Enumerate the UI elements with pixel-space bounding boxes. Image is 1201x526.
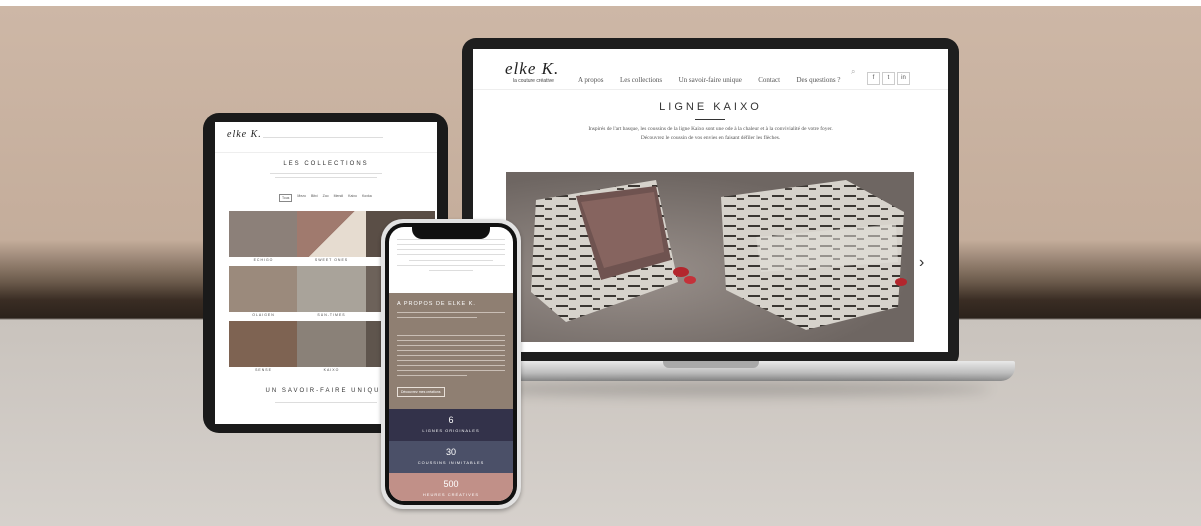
site-logo-tagline: la couture créative [513,78,554,84]
phone-text-line [409,260,493,261]
collection-thumb-4[interactable] [229,266,298,312]
collection-label-2: SWEET ONES [314,258,349,262]
about-text-line [397,365,505,366]
phone-text-line [397,239,505,240]
nav-item-savoir-faire[interactable]: Un savoir-faire unique [679,76,742,84]
page-title: LIGNE KAIXO [659,101,762,113]
tablet-logo[interactable]: elke K. [227,129,262,140]
tablet-savoir-text [275,402,377,403]
tablet-header-divider [215,152,437,153]
about-text-line [397,335,505,336]
stat-lines-label: LIGNES ORIGINALES [422,428,480,433]
phone-text-line [429,270,473,271]
carousel-next-arrow[interactable]: › [919,254,924,272]
about-text-line [397,370,505,371]
collection-label-5: SUN-TIMES [317,313,346,317]
twitter-icon[interactable]: t [882,72,895,85]
phone-text-line [397,254,505,255]
nav-item-contact[interactable]: Contact [758,76,780,84]
tablet-section-title: LES COLLECTIONS [283,161,369,167]
about-text-line [397,312,505,313]
filter-tous[interactable]: Tous [279,194,293,202]
collection-label-4: OLAIGEN [252,313,275,317]
phone-notch [412,227,490,239]
filter-zoo[interactable]: Zoo [323,194,329,202]
phone-text-line [397,249,505,250]
phone-screen: A PROPOS DE ELKE K. Découvrez mes créati… [389,227,513,501]
about-cta-button[interactable]: Découvrez mes créations [397,387,445,397]
laptop-notch [663,361,759,368]
cushion-illustration [531,180,907,330]
stat-hours-value: 500 [443,479,459,489]
facebook-icon[interactable]: f [867,72,880,85]
about-text-line [397,375,467,376]
nav-item-questions[interactable]: Des questions ? [797,76,841,84]
about-section: A PROPOS DE ELKE K. Découvrez mes créati… [389,293,513,409]
filter-mezo[interactable]: Mezo [297,194,306,202]
site-logo[interactable]: elke K. [505,59,559,79]
stat-block-hours: 500 HEURES CRÉATIVES [389,473,513,501]
tablet-intro-text [270,173,382,174]
about-text-line [397,317,477,318]
collection-thumb-5[interactable] [297,266,366,312]
about-text-line [397,360,505,361]
filter-kaixo[interactable]: Kaixo [348,194,357,202]
about-title: A PROPOS DE ELKE K. [397,301,476,307]
laptop-screen: elke K. la couture créative A propos Les… [473,49,948,352]
collection-label-8: KAIXO [323,368,340,372]
about-text-line [397,350,505,351]
intro-line-2: Découvrez le coussin de vos envies en fa… [640,135,781,141]
nav-item-apropos[interactable]: A propos [578,76,603,84]
collection-label-7: SENSE [255,368,272,372]
collection-label-1: ECHIGO [253,258,274,262]
linkedin-icon[interactable]: in [897,72,910,85]
stat-block-lines: 6 LIGNES ORIGINALES [389,409,513,441]
stat-block-cushions: 30 COUSSINS INIMITABLES [389,441,513,473]
main-nav: A propos Les collections Un savoir-faire… [578,69,852,87]
filter-koxka[interactable]: Koxka [362,194,372,202]
intro-line-1: Inspirés de l'art basque, les coussins d… [588,126,833,132]
stat-lines-value: 6 [448,415,454,425]
laptop-shadow [470,382,990,396]
filter-mendi[interactable]: Mendi [334,194,344,202]
title-underline [695,119,725,120]
collection-thumb-1[interactable] [229,211,298,257]
collection-thumb-2[interactable] [297,211,366,257]
cushion-photo [506,172,914,342]
stat-hours-label: HEURES CRÉATIVES [422,492,480,497]
stat-cushions-label: COUSSINS INIMITABLES [417,460,485,465]
collection-thumb-8[interactable] [297,321,366,367]
tablet-nav [263,137,383,138]
site-header: elke K. la couture créative A propos Les… [473,49,948,90]
collection-thumb-7[interactable] [229,321,298,367]
tablet-filters: Tous Mezo Bitxi Zoo Mendi Kaixo Koxka [279,194,372,202]
social-links: f t in [865,66,910,85]
tablet-intro-text-2 [275,177,377,178]
about-text-line [397,355,505,356]
about-text-line [397,345,505,346]
search-icon[interactable]: ⌕ [851,67,855,77]
stat-cushions-value: 30 [445,447,456,457]
nav-item-collections[interactable]: Les collections [620,76,662,84]
phone-text-line [397,244,505,245]
phone-text-line [397,265,505,266]
filter-bitxi[interactable]: Bitxi [311,194,318,202]
about-text-line [397,340,505,341]
